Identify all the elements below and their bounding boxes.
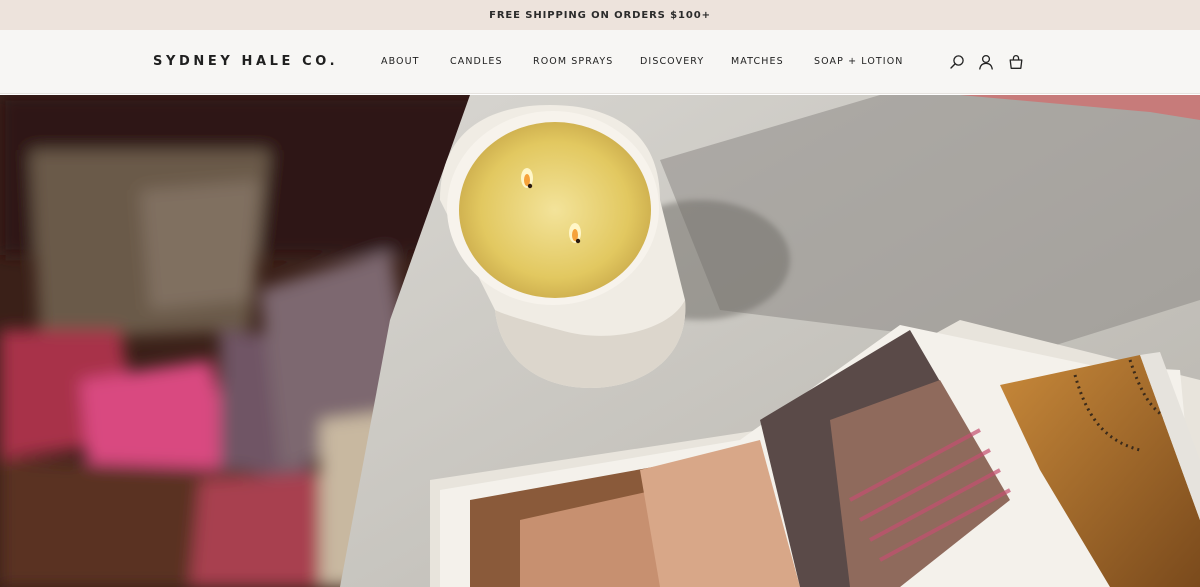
- account-icon[interactable]: [978, 54, 994, 70]
- nav-item-about[interactable]: ABOUT: [381, 56, 420, 67]
- logo[interactable]: SYDNEY HALE CO.: [153, 54, 338, 69]
- search-icon[interactable]: [949, 54, 965, 70]
- hero-image: [0, 95, 1200, 587]
- nav-item-room-sprays[interactable]: ROOM SPRAYS: [533, 56, 613, 67]
- cart-icon[interactable]: [1008, 54, 1024, 70]
- nav-item-matches[interactable]: MATCHES: [731, 56, 784, 67]
- announcement-bar: FREE SHIPPING ON ORDERS $100+: [0, 0, 1200, 30]
- site-header: SYDNEY HALE CO. ABOUT CANDLES ROOM SPRAY…: [0, 30, 1200, 94]
- hero-illustration: [0, 95, 1200, 587]
- nav-item-discovery[interactable]: DISCOVERY: [640, 56, 704, 67]
- announcement-text: FREE SHIPPING ON ORDERS $100+: [489, 9, 711, 21]
- nav-item-candles[interactable]: CANDLES: [450, 56, 503, 67]
- nav-item-soap-lotion[interactable]: SOAP + LOTION: [814, 56, 904, 67]
